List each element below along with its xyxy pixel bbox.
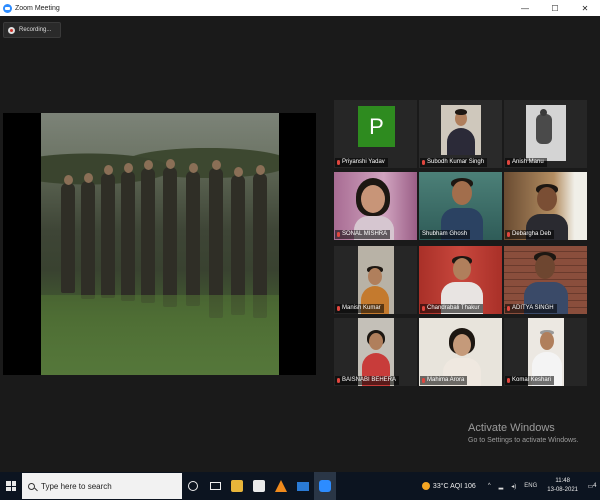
title-bar: Zoom Meeting — ☐ ✕	[0, 0, 600, 16]
mail-icon[interactable]	[292, 472, 314, 500]
window-title: Zoom Meeting	[15, 4, 60, 12]
system-tray: 33°C AQI 106 ^ ▂ ◂) ENG 11:48 13-08-2021…	[421, 472, 600, 500]
weather-widget[interactable]: 33°C AQI 106	[421, 482, 476, 490]
mic-muted-icon	[507, 160, 510, 165]
participant-name: BAISNABI BEHERA	[342, 377, 397, 383]
participant-tile[interactable]: P Priyanshi Yadav	[334, 100, 417, 168]
cortana-icon[interactable]	[182, 472, 204, 500]
watermark-heading: Activate Windows	[468, 422, 555, 434]
participant-name: ADITYA SINGH	[512, 305, 554, 311]
mic-muted-icon	[507, 232, 510, 237]
mic-muted-icon	[422, 306, 425, 311]
mic-muted-icon	[337, 306, 340, 311]
participant-tile[interactable]: SONAL MISHRA	[334, 172, 417, 240]
participant-name: SONAL MISHRA	[342, 231, 388, 237]
search-placeholder: Type here to search	[41, 481, 112, 491]
participant-name: Debargha Deb	[512, 231, 552, 237]
taskbar: Type here to search 33°C AQI 106 ^ ▂ ◂) …	[0, 472, 600, 500]
tray-chevron-icon[interactable]: ^	[488, 483, 491, 489]
windows-logo-icon	[6, 481, 16, 491]
participant-name: Shubham Ghosh	[422, 231, 468, 237]
avatar: P	[358, 106, 395, 147]
clock[interactable]: 11:48 13-08-2021	[547, 477, 578, 495]
participant-tile[interactable]: BAISNABI BEHERA	[334, 318, 417, 386]
participant-tile[interactable]: Chandrabali Thakur	[419, 246, 502, 314]
search-icon	[28, 482, 35, 490]
clock-time: 11:48	[555, 478, 570, 484]
mic-muted-icon	[507, 306, 510, 311]
vlc-icon[interactable]	[270, 472, 292, 500]
minimize-button[interactable]: —	[510, 0, 540, 16]
shared-screen-video[interactable]	[3, 113, 316, 375]
participant-tile[interactable]: Anish Manu	[504, 100, 587, 168]
participant-name: Mahima Arora	[427, 377, 465, 383]
notification-center-button[interactable]: ▭ 4	[584, 472, 600, 500]
mic-muted-icon	[337, 378, 340, 383]
zoom-app-icon	[3, 3, 12, 13]
task-view-icon[interactable]	[204, 472, 226, 500]
watermark-subtext: Go to Settings to activate Windows.	[468, 437, 579, 444]
record-icon	[8, 26, 15, 34]
recording-indicator[interactable]: Recording...	[3, 22, 61, 38]
maximize-button[interactable]: ☐	[540, 0, 570, 16]
file-explorer-icon[interactable]	[226, 472, 248, 500]
zoom-icon[interactable]	[314, 472, 336, 500]
start-button[interactable]	[0, 472, 22, 500]
mic-muted-icon	[422, 160, 425, 165]
sun-icon	[421, 482, 430, 490]
weather-text: 33°C AQI 106	[432, 482, 476, 490]
mic-muted-icon	[337, 160, 340, 165]
video-frame	[41, 113, 279, 375]
participant-tile[interactable]: Subodh Kumar Singh	[419, 100, 502, 168]
participant-name: Subodh Kumar Singh	[427, 159, 485, 165]
participant-tile[interactable]: Mahima Arora	[419, 318, 502, 386]
participant-name: Manish Kumar	[342, 305, 381, 311]
mic-muted-icon	[422, 378, 425, 383]
clock-date: 13-08-2021	[547, 487, 578, 493]
notification-count: 4	[593, 483, 597, 489]
language-indicator[interactable]: ENG	[524, 483, 537, 489]
mic-muted-icon	[507, 378, 510, 383]
participant-name: Priyanshi Yadav	[342, 159, 385, 165]
mic-muted-icon	[337, 232, 340, 237]
volume-icon[interactable]: ◂)	[511, 483, 516, 490]
taskbar-search[interactable]: Type here to search	[22, 473, 182, 499]
participant-tile[interactable]: Komal Keshari	[504, 318, 587, 386]
activate-windows-watermark: Activate Windows Go to Settings to activ…	[468, 422, 579, 444]
close-button[interactable]: ✕	[570, 0, 600, 16]
participant-name: Chandrabali Thakur	[427, 305, 480, 311]
store-icon[interactable]	[248, 472, 270, 500]
participant-tile[interactable]: Manish Kumar	[334, 246, 417, 314]
participant-name: Komal Keshari	[512, 377, 552, 383]
participant-tile[interactable]: Debargha Deb	[504, 172, 587, 240]
participant-name: Anish Manu	[512, 159, 544, 165]
network-icon[interactable]: ▂	[499, 483, 504, 490]
recording-label: Recording...	[19, 27, 52, 33]
participant-tile-active-speaker[interactable]: Shubham Ghosh	[419, 172, 502, 240]
participant-tile[interactable]: ADITYA SINGH	[504, 246, 587, 314]
